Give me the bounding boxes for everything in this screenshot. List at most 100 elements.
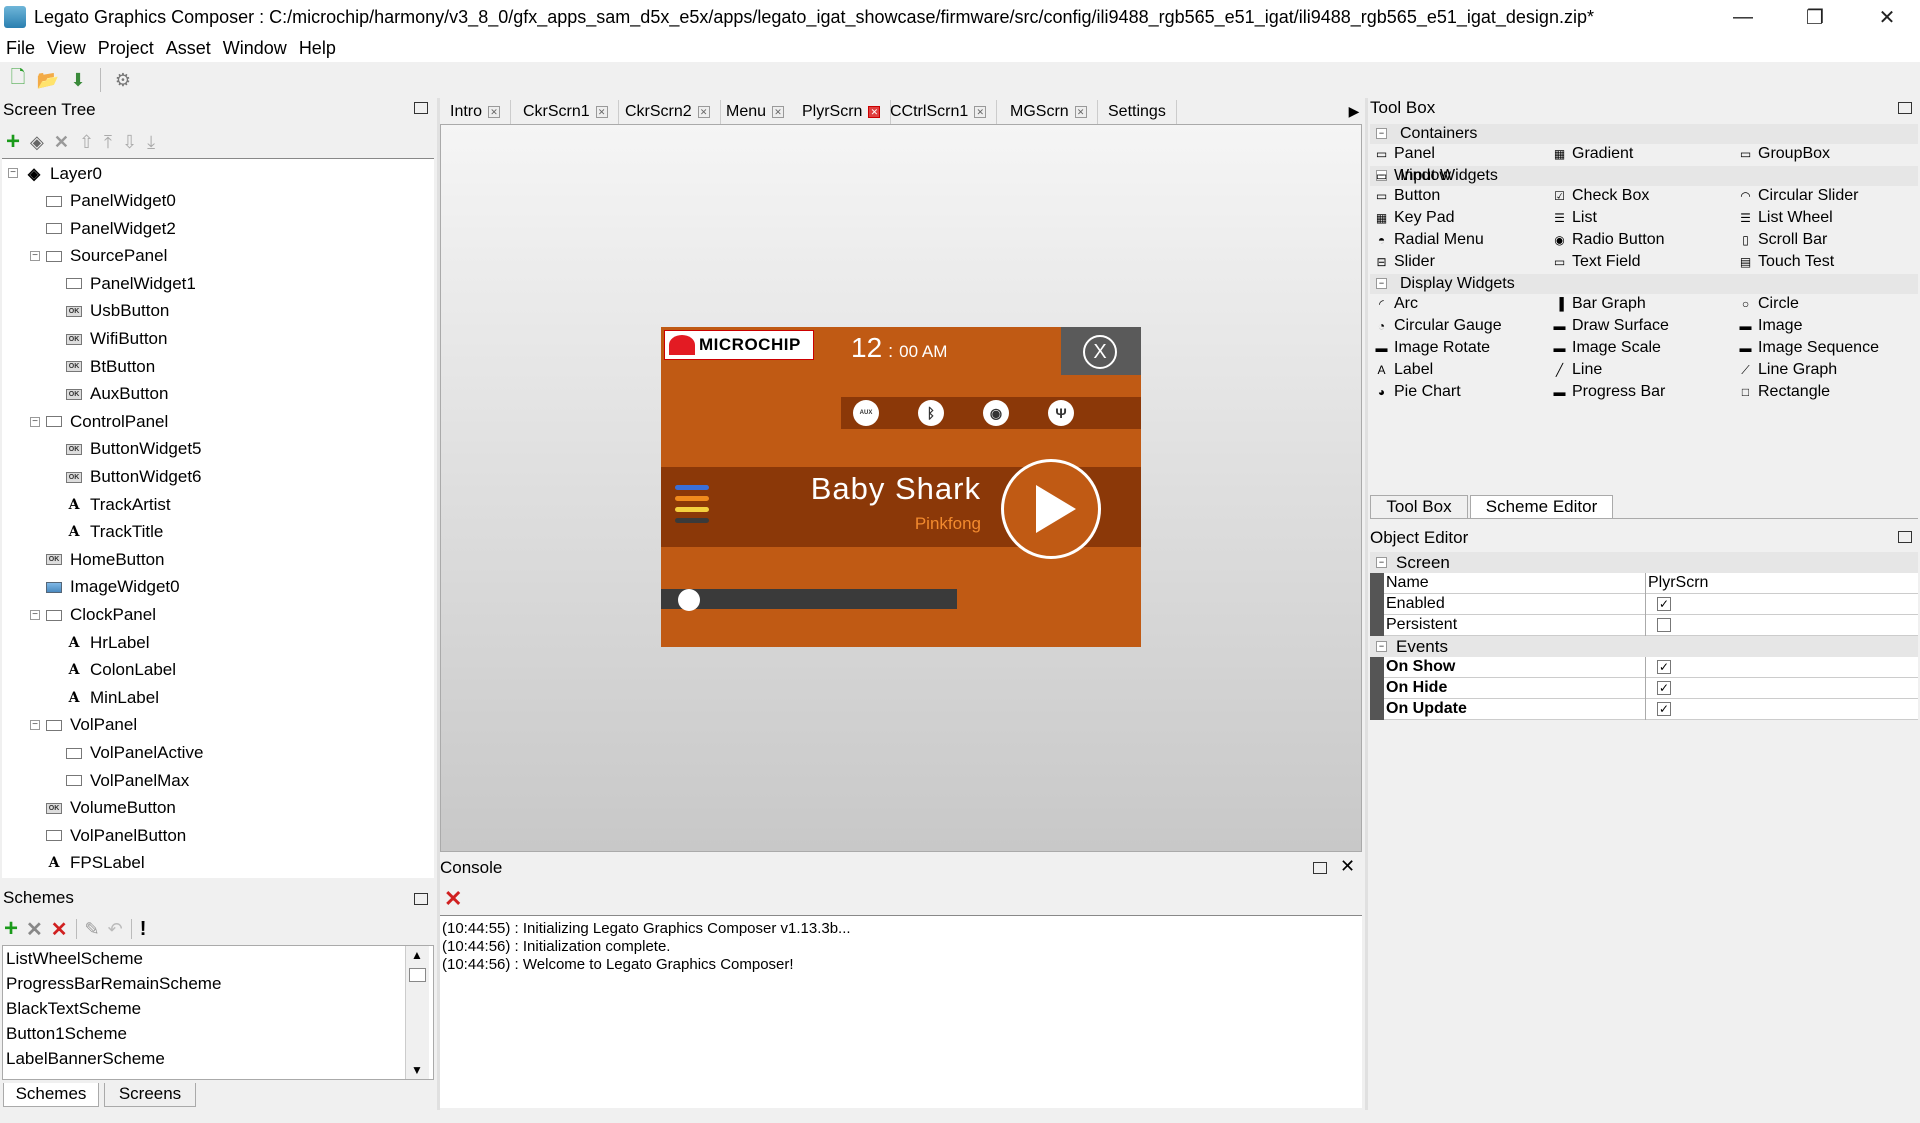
widget-slider[interactable]: ⊟ Slider (1374, 253, 1434, 271)
property-enabled[interactable]: Enabled ✓ (1370, 594, 1918, 615)
float-panel-icon[interactable] (1898, 102, 1912, 114)
event-on-update[interactable]: On Update ✓ (1370, 699, 1918, 720)
tree-item-layer0[interactable]: ◈ Layer0 (26, 161, 102, 187)
move-down-icon[interactable]: ⇩ (122, 132, 137, 153)
widget-pie-chart[interactable]: ◕ Pie Chart (1374, 383, 1461, 401)
on-update-checkbox[interactable]: ✓ (1657, 702, 1671, 716)
scroll-thumb[interactable] (409, 968, 426, 982)
close-tab-icon[interactable]: ✕ (697, 106, 710, 118)
tab-ckrscrn1[interactable]: CkrScrn1 ✕ (513, 100, 619, 124)
tree-item-auxbutton[interactable]: OK AuxButton (66, 381, 168, 407)
tab-settings[interactable]: Settings (1098, 100, 1177, 124)
tree-item-trackartist[interactable]: A TrackArtist (66, 492, 171, 518)
close-window-button[interactable]: ✕ (1851, 0, 1920, 34)
restore-button[interactable]: ❐ (1779, 0, 1851, 34)
widget-radio-button[interactable]: ◉ Radio Button (1552, 231, 1664, 249)
close-tab-icon[interactable]: ✕ (488, 106, 501, 118)
widget-label[interactable]: A Label (1374, 361, 1433, 379)
menu-help[interactable]: Help (293, 38, 342, 59)
progress-bar[interactable] (661, 589, 957, 609)
widget-bar-graph[interactable]: ▐ Bar Graph (1552, 295, 1646, 313)
tree-item-usbbutton[interactable]: OK UsbButton (66, 298, 169, 324)
property-name[interactable]: Name PlyrScrn (1370, 573, 1918, 594)
tab-scheme-editor[interactable]: Scheme Editor (1470, 495, 1613, 519)
widget-circular-gauge[interactable]: ◔ Circular Gauge (1374, 317, 1502, 335)
close-tab-icon[interactable]: ✕ (1074, 106, 1087, 118)
widget-circle[interactable]: ○ Circle (1738, 295, 1799, 313)
widget-draw-surface[interactable]: ▬ Draw Surface (1552, 317, 1669, 335)
events-section[interactable]: − Events (1370, 636, 1918, 657)
tree-item-panelwidget0[interactable]: PanelWidget0 (46, 188, 176, 214)
widget-rectangle[interactable]: □ Rectangle (1738, 383, 1830, 401)
move-bottom-icon[interactable]: ⤓ (147, 132, 155, 153)
persistent-checkbox[interactable] (1657, 618, 1671, 632)
tree-item-minlabel[interactable]: A MinLabel (66, 685, 159, 711)
menu-project[interactable]: Project (92, 38, 160, 59)
on-show-checkbox[interactable]: ✓ (1657, 660, 1671, 674)
tree-item-panelwidget2[interactable]: PanelWidget2 (46, 216, 176, 242)
tree-item-fpslabel[interactable]: A FPSLabel (46, 850, 145, 876)
menu-file[interactable]: File (0, 38, 41, 59)
edit-scheme-icon[interactable]: ✎ (85, 919, 100, 940)
widget-line-graph[interactable]: ⟋ Line Graph (1738, 361, 1837, 379)
delete-scheme-icon[interactable]: ✕ (26, 917, 43, 942)
collapse-icon[interactable]: − (30, 251, 40, 262)
schemes-scrollbar[interactable]: ▲ ▼ (405, 946, 429, 1079)
splitter[interactable] (437, 98, 440, 1110)
tree-item-clockpanel[interactable]: ClockPanel (46, 602, 156, 628)
tab-scroll-right-icon[interactable]: ▶ (1345, 100, 1363, 122)
enabled-checkbox[interactable]: ✓ (1657, 597, 1671, 611)
scroll-up-icon[interactable]: ▲ (411, 948, 423, 962)
tree-item-btbutton[interactable]: OK BtButton (66, 354, 155, 380)
tab-toolbox[interactable]: Tool Box (1370, 495, 1468, 519)
tree-item-tracktitle[interactable]: A TrackTitle (66, 519, 164, 545)
tab-ckrscrn2[interactable]: CkrScrn2 ✕ (615, 100, 721, 124)
input-widgets-section[interactable]: − Input Widgets (1370, 166, 1918, 186)
tree-item-buttonwidget5[interactable]: OK ButtonWidget5 (66, 436, 202, 462)
widget-text-field[interactable]: ▭ Text Field (1552, 253, 1641, 271)
scheme-item[interactable]: Button1Scheme (3, 1021, 433, 1046)
screen-preview[interactable]: MICROCHIP 12 : 00 AM X AUX ᛒ ◉ Ψ Baby Sh… (661, 327, 1141, 647)
widget-line[interactable]: ╱ Line (1552, 361, 1602, 379)
remove-scheme-icon[interactable]: ✕ (51, 917, 68, 942)
tree-item-sourcepanel[interactable]: SourcePanel (46, 243, 167, 269)
progress-knob[interactable] (677, 589, 700, 611)
widget-circular-slider[interactable]: ◠ Circular Slider (1738, 187, 1858, 205)
tab-intro[interactable]: Intro ✕ (440, 100, 512, 124)
widget-touch-test[interactable]: ▤ Touch Test (1738, 253, 1834, 271)
tree-item-hrlabel[interactable]: A HrLabel (66, 630, 150, 656)
widget-image-scale[interactable]: ▬ Image Scale (1552, 339, 1661, 357)
event-on-show[interactable]: On Show ✓ (1370, 657, 1918, 678)
widget-progress-bar[interactable]: ▬ Progress Bar (1552, 383, 1666, 401)
wifi-button[interactable]: ◉ (983, 400, 1009, 426)
undo-icon[interactable]: ↶ (108, 919, 123, 940)
tree-item-imagewidget0[interactable]: ImageWidget0 (46, 574, 180, 600)
tree-item-volumebutton[interactable]: OK VolumeButton (46, 795, 176, 821)
minimize-button[interactable]: — (1707, 0, 1779, 34)
widget-image[interactable]: ▬ Image (1738, 317, 1803, 335)
open-project-icon[interactable]: 📂 (36, 68, 60, 92)
scroll-down-icon[interactable]: ▼ (411, 1063, 423, 1077)
scheme-item[interactable]: ListWheelScheme (3, 946, 433, 971)
delete-icon[interactable]: ✕ (54, 132, 69, 153)
settings-gear-icon[interactable]: ⚙ (111, 68, 135, 92)
close-tab-icon[interactable]: ✕ (868, 106, 881, 118)
layers-icon[interactable]: ◈ (30, 132, 44, 153)
tree-item-volpanel[interactable]: VolPanel (46, 712, 137, 738)
float-panel-icon[interactable] (1313, 862, 1327, 874)
aux-button[interactable]: AUX (853, 400, 879, 426)
play-button[interactable] (1001, 459, 1101, 559)
add-widget-icon[interactable]: + (6, 128, 20, 156)
usb-button[interactable]: Ψ (1048, 400, 1074, 426)
widget-list[interactable]: ☰ List (1552, 209, 1597, 227)
tree-item-panelwidget1[interactable]: PanelWidget1 (66, 271, 196, 297)
float-panel-icon[interactable] (414, 893, 428, 905)
widget-image-sequence[interactable]: ▬ Image Sequence (1738, 339, 1879, 357)
tree-item-volpanelactive[interactable]: VolPanelActive (66, 740, 203, 766)
widget-scroll-bar[interactable]: ▯ Scroll Bar (1738, 231, 1827, 249)
menu-asset[interactable]: Asset (160, 38, 217, 59)
collapse-icon[interactable]: − (30, 610, 40, 620)
collapse-icon[interactable]: − (30, 720, 40, 731)
tab-mgscrn[interactable]: MGScrn ✕ (1000, 100, 1098, 124)
home-button[interactable]: X (1061, 327, 1141, 375)
